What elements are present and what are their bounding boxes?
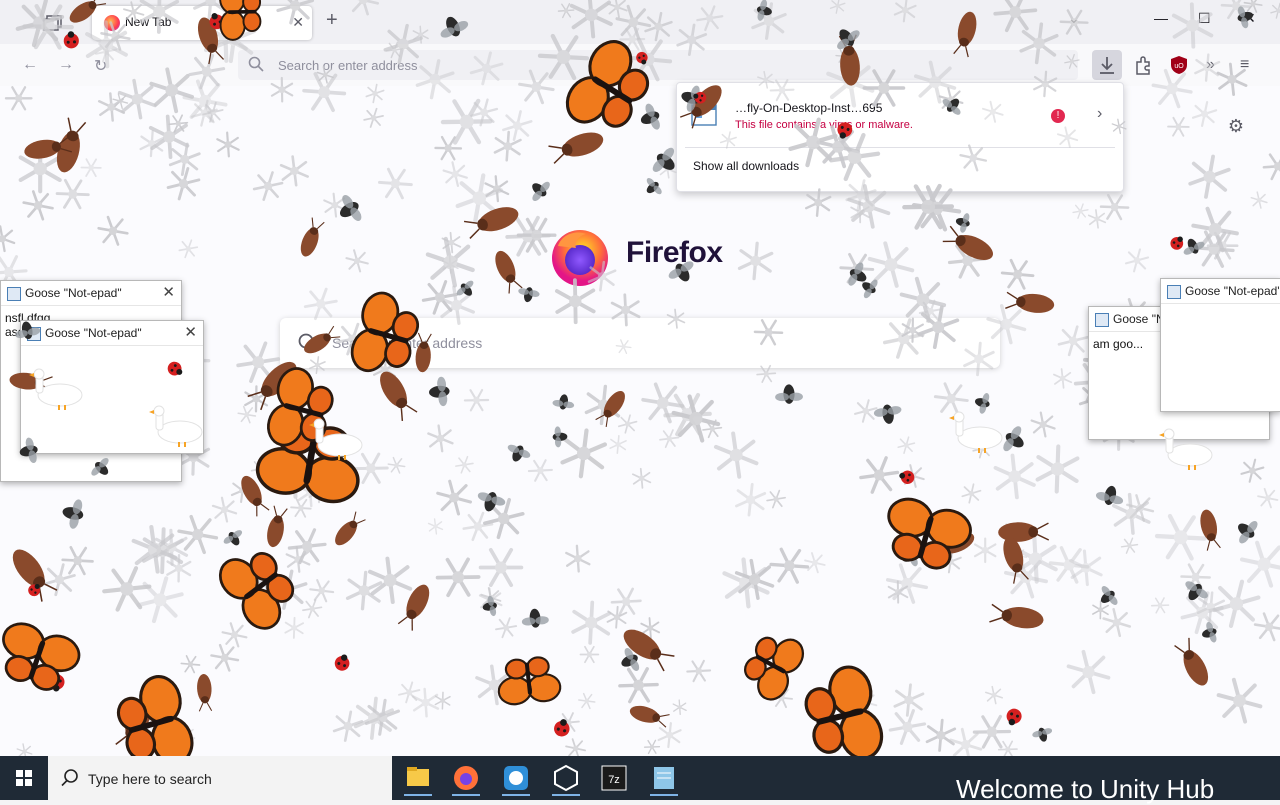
notepad-titlebar[interactable]: Goose "Not-epad" (1161, 279, 1280, 304)
tab-new-tab[interactable]: New Tab ✕ (92, 6, 312, 40)
notepad-text: am goo... (1093, 337, 1144, 351)
notepad-title: Goose "Not-epad" (45, 326, 142, 340)
download-arrow-icon (1100, 57, 1114, 74)
notes-app-icon[interactable] (644, 760, 684, 796)
running-indicator (452, 794, 480, 796)
chevron-right-icon[interactable]: › (1097, 105, 1102, 123)
search-icon (61, 769, 78, 787)
notepad-title: Goose "Not-epad" (25, 286, 122, 300)
notepad-icon (7, 287, 21, 301)
tab-strip: New Tab ✕ + ⌄ — ☐ ✕ (0, 0, 1280, 44)
hero-search-placeholder: Search or enter address (332, 335, 483, 351)
running-indicator (650, 794, 678, 796)
search-icon (248, 56, 264, 72)
svg-text:uO: uO (1174, 63, 1184, 70)
download-warning: This file contains a virus or malware. (735, 119, 913, 131)
downloads-button[interactable] (1092, 50, 1122, 80)
warning-badge-icon: ! (1051, 109, 1065, 123)
close-window-button[interactable]: ✕ (1244, 10, 1256, 27)
hero-search-box[interactable]: Search or enter address (280, 318, 1000, 368)
unity-hub-welcome-text: Welcome to Unity Hub (956, 774, 1215, 804)
notepad-titlebar[interactable]: Goose "Not-epad" ✕ (21, 321, 203, 346)
tab-title: New Tab (125, 15, 172, 29)
chevron-down-icon[interactable]: ⌄ (1068, 10, 1080, 27)
extensions-puzzle-icon[interactable] (1132, 54, 1154, 76)
running-indicator (502, 794, 530, 796)
search-icon (298, 333, 318, 353)
windows-taskbar: Type here to search 7z Welcome to Unity … (0, 756, 1280, 804)
gear-icon[interactable]: ⚙ (1228, 116, 1244, 137)
reload-button[interactable]: ↻ (94, 56, 107, 76)
close-icon[interactable]: ✕ (162, 283, 175, 301)
download-item[interactable]: …fly-On-Desktop-Inst…695 This file conta… (685, 91, 1115, 141)
firefox-favicon-icon (104, 15, 120, 31)
list-all-tabs-icon[interactable] (42, 12, 64, 32)
windows-logo-icon (16, 770, 32, 786)
ublock-origin-icon[interactable]: uO (1168, 54, 1190, 76)
running-indicator (552, 794, 580, 796)
show-all-downloads-link[interactable]: Show all downloads (693, 159, 799, 173)
hamburger-menu-icon[interactable]: ≡ (1240, 56, 1249, 74)
notepad-icon (27, 327, 41, 341)
firefox-logo-icon (552, 230, 608, 286)
7zip-icon[interactable]: 7z (594, 760, 634, 796)
file-explorer-icon[interactable] (398, 760, 438, 796)
maximize-button[interactable]: ☐ (1198, 10, 1211, 27)
installer-file-icon (691, 104, 717, 126)
url-placeholder: Search or enter address (278, 58, 418, 73)
overflow-menu-icon[interactable]: » (1206, 56, 1215, 74)
firefox-wordmark: Firefox (626, 236, 723, 269)
close-icon[interactable]: ✕ (184, 323, 197, 341)
downloads-panel: …fly-On-Desktop-Inst…695 This file conta… (676, 82, 1124, 192)
taskbar-search-box[interactable]: Type here to search (48, 756, 392, 800)
divider (685, 147, 1115, 148)
notepad-title: Goose "Not-epad" (1185, 284, 1280, 298)
new-tab-button[interactable]: + (326, 9, 338, 32)
app-blue-icon[interactable] (496, 760, 536, 796)
close-tab-icon[interactable]: ✕ (292, 14, 304, 31)
firefox-taskbar-icon[interactable] (446, 760, 486, 796)
notepad-icon (1167, 285, 1181, 299)
taskbar-search-placeholder: Type here to search (88, 771, 212, 787)
notepad-icon (1095, 313, 1109, 327)
running-indicator (404, 794, 432, 796)
forward-button[interactable]: → (58, 56, 74, 74)
goose-notepad-window[interactable]: Goose "Not-epad" ✕ (20, 320, 204, 454)
unity-hub-icon[interactable] (546, 760, 586, 796)
navigation-toolbar: ← → ↻ Search or enter address uO » ≡ (0, 44, 1280, 87)
goose-notepad-window[interactable]: Goose "Not-epad" (1160, 278, 1280, 412)
back-button[interactable]: ← (22, 56, 38, 74)
svg-text:7z: 7z (608, 774, 620, 786)
download-file-name: …fly-On-Desktop-Inst…695 (735, 101, 883, 115)
minimize-button[interactable]: — (1154, 10, 1168, 26)
url-bar[interactable]: Search or enter address (238, 50, 1078, 80)
notepad-titlebar[interactable]: Goose "Not-epad" ✕ (1, 281, 181, 306)
start-button[interactable] (0, 756, 48, 800)
